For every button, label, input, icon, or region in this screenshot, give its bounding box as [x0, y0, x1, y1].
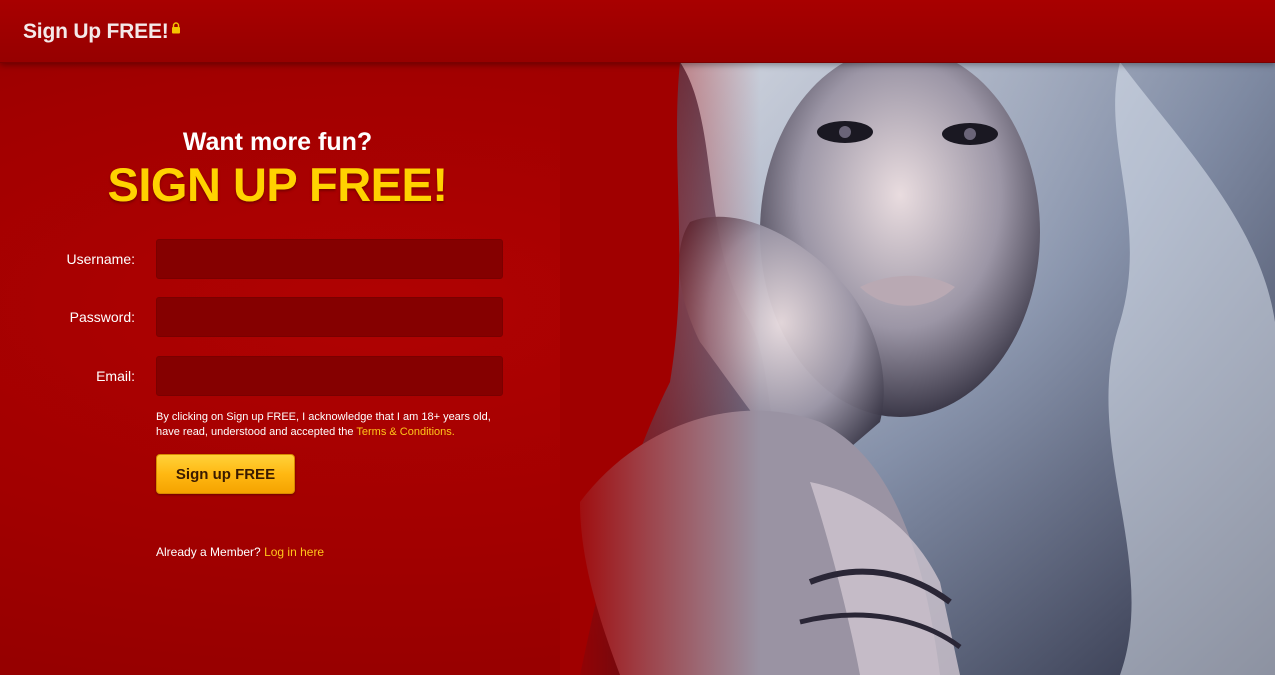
signup-page: Sign Up FREE! Want more fun? SIGN UP FRE…	[0, 0, 1275, 675]
username-input[interactable]	[156, 239, 503, 279]
login-link[interactable]: Log in here	[264, 545, 324, 559]
member-login-line: Already a Member? Log in here	[156, 545, 324, 559]
email-input[interactable]	[156, 356, 503, 396]
lock-icon	[172, 22, 180, 34]
tagline: Want more fun?	[182, 128, 373, 156]
disclaimer-line-1: By clicking on Sign up FREE, I acknowled…	[156, 411, 491, 423]
signup-headline: SIGN UP FREE!	[107, 158, 448, 211]
password-input[interactable]	[156, 297, 503, 337]
hero-photo	[560, 62, 1275, 675]
username-label: Username:	[66, 251, 135, 267]
password-label: Password:	[69, 309, 135, 325]
disclaimer-line-2: have read, understood and accepted the	[156, 426, 354, 438]
signup-form-panel: Want more fun? SIGN UP FREE! Username: P…	[0, 62, 560, 675]
terms-link[interactable]: Terms & Conditions.	[356, 426, 454, 438]
signup-button[interactable]: Sign up FREE	[156, 454, 295, 494]
header-title: Sign Up FREE!	[23, 20, 169, 43]
member-text: Already a Member?	[156, 545, 261, 559]
email-label: Email:	[96, 368, 135, 384]
header-bar: Sign Up FREE!	[0, 0, 1275, 63]
terms-disclaimer: By clicking on Sign up FREE, I acknowled…	[156, 410, 506, 440]
